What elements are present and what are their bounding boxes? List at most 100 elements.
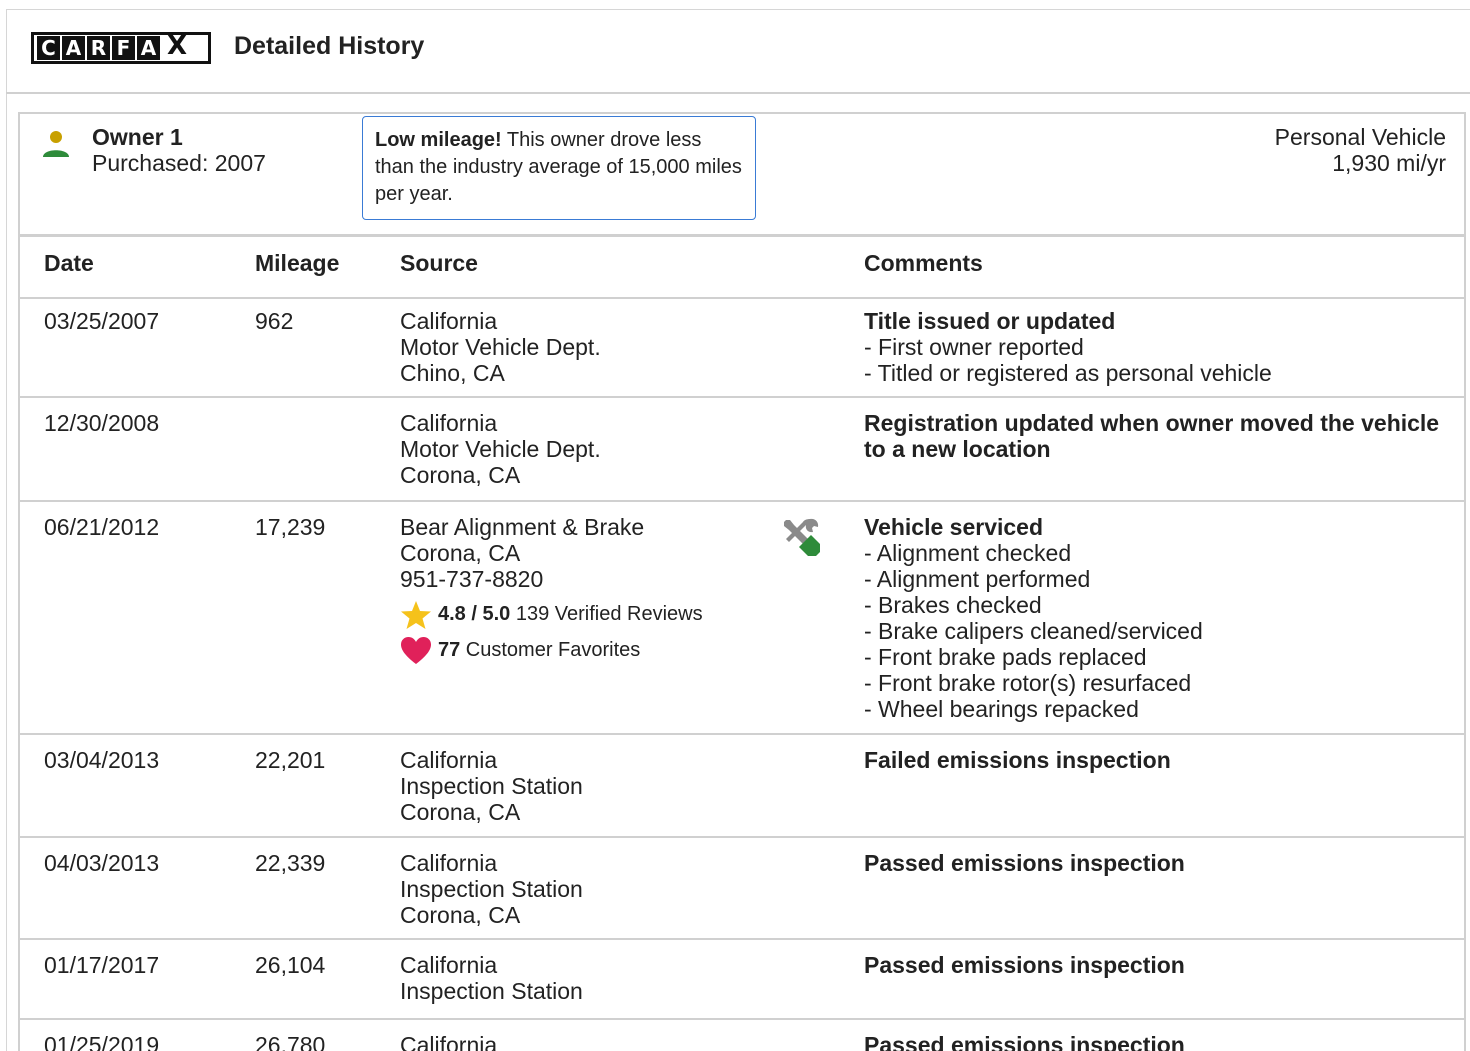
comment-detail: - Titled or registered as personal vehic… <box>864 360 1272 386</box>
comment-title: Passed emissions inspection <box>864 1032 1185 1051</box>
low-mileage-callout: Low mileage! This owner drove less than … <box>362 116 756 220</box>
table-row: 03/04/2013 22,201 California Inspection … <box>20 735 1464 838</box>
header-source: Source <box>400 250 478 276</box>
owner-name: Owner 1 <box>92 124 183 150</box>
page-title: Detailed History <box>234 32 425 60</box>
row-source: California Inspection Station Corona, CA <box>400 747 583 825</box>
comment-title: Failed emissions inspection <box>864 747 1171 773</box>
comment-detail: - First owner reported <box>864 334 1084 360</box>
source-line: Motor Vehicle Dept. <box>400 334 601 360</box>
comment-detail: - Front brake rotor(s) resurfaced <box>864 670 1192 696</box>
row-comments: Title issued or updated - First owner re… <box>864 308 1444 386</box>
comment-detail: - Alignment performed <box>864 566 1091 592</box>
comment-title: Vehicle serviced <box>864 514 1044 540</box>
favorites-label: Customer Favorites <box>460 639 641 661</box>
callout-bold: Low mileage! <box>375 129 502 151</box>
source-line: Corona, CA <box>400 462 521 488</box>
source-line: Corona, CA <box>400 540 521 566</box>
logo-letter: A <box>62 36 85 60</box>
table-row: 12/30/2008 California Motor Vehicle Dept… <box>20 398 1464 502</box>
row-date: 04/03/2013 <box>44 850 160 876</box>
row-date: 01/17/2017 <box>44 952 160 978</box>
table-row: 01/25/2019 26,780 California Passed emis… <box>20 1020 1464 1051</box>
favorites-count: 77 <box>438 639 461 661</box>
header-date: Date <box>44 250 94 276</box>
source-line: California <box>400 308 498 334</box>
heart-icon <box>401 636 431 664</box>
row-mileage: 26,104 <box>255 952 326 978</box>
favorites-line[interactable]: 77 Customer Favorites <box>400 632 703 668</box>
header-comments: Comments <box>864 250 983 276</box>
row-source: California Motor Vehicle Dept. Corona, C… <box>400 410 601 488</box>
row-source: California Inspection Station Corona, CA <box>400 850 583 928</box>
review-count: 139 Verified Reviews <box>510 603 703 625</box>
row-date: 06/21/2012 <box>44 514 160 540</box>
wrench-screwdriver-icon <box>784 518 820 556</box>
rating-line[interactable]: 4.8 / 5.0 139 Verified Reviews <box>400 596 703 632</box>
row-mileage: 17,239 <box>255 514 326 540</box>
source-line: Motor Vehicle Dept. <box>400 436 601 462</box>
row-mileage: 22,339 <box>255 850 326 876</box>
source-line: California <box>400 850 498 876</box>
comment-title: Registration updated when owner moved th… <box>864 410 1440 462</box>
source-line[interactable]: Bear Alignment & Brake <box>400 514 703 540</box>
header-mileage: Mileage <box>255 250 340 276</box>
comment-title: Passed emissions inspection <box>864 850 1185 876</box>
source-line: Chino, CA <box>400 360 505 386</box>
table-row: 01/17/2017 26,104 California Inspection … <box>20 940 1464 1020</box>
comment-detail: - Brakes checked <box>864 592 1042 618</box>
table-row: 03/25/2007 962 California Motor Vehicle … <box>20 296 1464 398</box>
carfax-logo: C A R F A X <box>31 32 211 64</box>
row-comments: Vehicle serviced - Alignment checked - A… <box>864 514 1444 722</box>
comment-detail: - Alignment checked <box>864 540 1072 566</box>
source-line: Inspection Station <box>400 978 583 1004</box>
row-comments: Passed emissions inspection <box>864 952 1444 978</box>
logo-letter: R <box>87 36 110 60</box>
owner-summary: Owner 1 Purchased: 2007 Low mileage! Thi… <box>20 114 1464 234</box>
logo-letter: F <box>112 36 135 60</box>
vehicle-type: Personal Vehicle <box>1274 124 1446 150</box>
source-line: California <box>400 1032 498 1051</box>
row-comments: Failed emissions inspection <box>864 747 1444 773</box>
person-icon <box>43 131 69 157</box>
row-source: Bear Alignment & Brake Corona, CA 951-73… <box>400 514 703 668</box>
report-header: C A R F A X Detailed History <box>6 10 1470 94</box>
row-mileage: 22,201 <box>255 747 326 773</box>
row-comments: Passed emissions inspection <box>864 1032 1444 1051</box>
table-header: Date Mileage Source Comments <box>20 234 1464 299</box>
source-line: California <box>400 410 498 436</box>
source-line: California <box>400 747 498 773</box>
carfax-page: C A R F A X Detailed History Owner 1 Pur… <box>0 0 1470 1051</box>
comment-title: Passed emissions inspection <box>864 952 1185 978</box>
mileage-rate: 1,930 mi/yr <box>1332 150 1446 176</box>
source-line: Corona, CA <box>400 799 521 825</box>
row-source: California <box>400 1032 497 1051</box>
owner-history-card: Owner 1 Purchased: 2007 Low mileage! Thi… <box>18 112 1466 1051</box>
row-date: 01/25/2019 <box>44 1032 160 1051</box>
logo-letter: C <box>37 36 60 60</box>
source-line: Inspection Station <box>400 876 583 902</box>
source-line: 951-737-8820 <box>400 566 544 592</box>
row-mileage: 962 <box>255 308 294 334</box>
row-date: 03/04/2013 <box>44 747 160 773</box>
comment-detail: - Front brake pads replaced <box>864 644 1147 670</box>
row-comments: Passed emissions inspection <box>864 850 1444 876</box>
row-date: 12/30/2008 <box>44 410 160 436</box>
row-date: 03/25/2007 <box>44 308 160 334</box>
table-row: 06/21/2012 17,239 Bear Alignment & Brake… <box>20 502 1464 735</box>
table-row: 04/03/2013 22,339 California Inspection … <box>20 838 1464 940</box>
row-source: California Motor Vehicle Dept. Chino, CA <box>400 308 601 386</box>
logo-letter: A <box>137 36 160 60</box>
comment-detail: - Brake calipers cleaned/serviced <box>864 618 1203 644</box>
comment-title: Title issued or updated <box>864 308 1116 334</box>
comment-detail: - Wheel bearings repacked <box>864 696 1139 722</box>
source-line: Corona, CA <box>400 902 521 928</box>
rating-value: 4.8 / 5.0 <box>438 603 511 625</box>
vehicle-usage: Personal Vehicle 1,930 mi/yr <box>1275 124 1446 176</box>
row-source: California Inspection Station <box>400 952 583 1004</box>
source-line: Inspection Station <box>400 773 583 799</box>
source-line: California <box>400 952 498 978</box>
row-comments: Registration updated when owner moved th… <box>864 410 1444 462</box>
row-mileage: 26,780 <box>255 1032 326 1051</box>
star-icon <box>401 600 431 629</box>
